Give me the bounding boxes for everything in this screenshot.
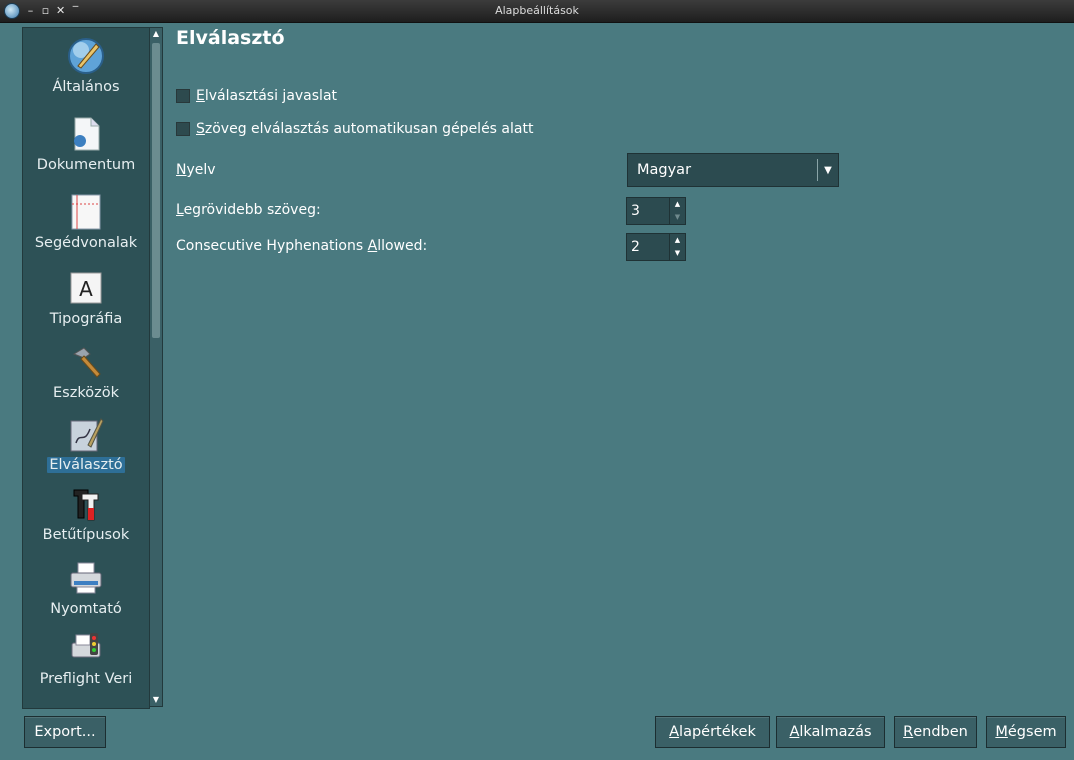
sidebar-item-preflight[interactable]: Preflight Veri — [23, 628, 149, 687]
hyphenator-icon — [66, 414, 106, 454]
title-bar: – ▫ ✕ ‾ Alapbeállítások — [0, 0, 1074, 23]
sidebar-item-betutipusok[interactable]: Betűtípusok — [23, 484, 149, 543]
sidebar-item-eszkozok[interactable]: Eszközök — [23, 342, 149, 401]
document-icon — [66, 114, 106, 154]
shortest-word-spinbox[interactable]: 3 ▲ ▼ — [626, 197, 688, 225]
ok-button[interactable]: Rendben — [894, 716, 977, 748]
typography-icon: A — [66, 268, 106, 308]
tools-hammer-icon — [66, 342, 106, 382]
consecutive-hyphenations-value[interactable]: 2 — [626, 233, 670, 261]
sidebar-item-label: Eszközök — [53, 385, 119, 401]
sidebar-item-altalanos[interactable]: Általános — [23, 36, 149, 95]
checkbox-box[interactable] — [176, 89, 190, 103]
sidebar-item-label: Dokumentum — [36, 157, 136, 173]
cancel-button[interactable]: Mégsem — [986, 716, 1066, 748]
spin-down-icon[interactable]: ▼ — [670, 211, 685, 224]
sidebar-item-label: Általános — [52, 79, 120, 95]
scroll-down-icon[interactable]: ▼ — [150, 694, 162, 706]
shortest-word-value[interactable]: 3 — [626, 197, 670, 225]
sidebar-item-label: Elválasztó — [47, 457, 125, 473]
sidebar-item-label: Betűtípusok — [42, 527, 130, 543]
printer-icon — [66, 558, 106, 598]
spin-buttons: ▲ ▼ — [670, 233, 686, 261]
defaults-button[interactable]: Alapértékek — [655, 716, 770, 748]
sidebar-scrollbar[interactable]: ▲ ▼ — [149, 27, 163, 707]
checkbox-box[interactable] — [176, 122, 190, 136]
checkbox-label: Elválasztási javaslat — [196, 88, 338, 104]
preflight-icon — [66, 628, 106, 668]
checkbox-label: Szöveg elválasztás automatikusan gépelés… — [196, 121, 534, 137]
scroll-up-icon[interactable]: ▲ — [150, 28, 162, 40]
sidebar-item-nyomtato[interactable]: Nyomtató — [23, 558, 149, 617]
page-title: Elválasztó — [176, 27, 285, 49]
general-settings-icon — [66, 36, 106, 76]
fonts-icon — [66, 484, 106, 524]
category-list[interactable]: Általános Dokumentum Segédvonalak A Tipo… — [22, 27, 150, 709]
shortest-word-label: Legrövidebb szöveg: — [176, 202, 321, 218]
guides-icon — [66, 192, 106, 232]
sidebar-item-segedvonalak[interactable]: Segédvonalak — [23, 192, 149, 251]
sidebar-item-label: Tipográfia — [49, 311, 123, 327]
auto-hyphenation-checkbox[interactable]: Szöveg elválasztás automatikusan gépelés… — [176, 121, 533, 137]
sidebar-item-dokumentum[interactable]: Dokumentum — [23, 114, 149, 173]
sidebar-item-label: Segédvonalak — [34, 235, 138, 251]
spin-buttons: ▲ ▼ — [670, 197, 686, 225]
spin-down-icon[interactable]: ▼ — [670, 247, 685, 260]
language-select[interactable]: Magyar ▼ — [627, 153, 839, 187]
language-label: Nyelv — [176, 162, 216, 178]
chevron-down-icon[interactable]: ▼ — [818, 165, 838, 176]
hyphenation-suggestions-checkbox[interactable]: Elválasztási javaslat — [176, 88, 337, 104]
consecutive-hyphenations-label: Consecutive Hyphenations Allowed: — [176, 238, 428, 254]
spin-up-icon[interactable]: ▲ — [670, 198, 685, 211]
scrollbar-thumb[interactable] — [152, 43, 160, 338]
sidebar-item-label: Preflight Veri — [39, 671, 133, 687]
spin-up-icon[interactable]: ▲ — [670, 234, 685, 247]
apply-button[interactable]: Alkalmazás — [776, 716, 885, 748]
sidebar-item-label: Nyomtató — [50, 601, 122, 617]
svg-text:A: A — [79, 277, 93, 301]
window-title: Alapbeállítások — [495, 4, 579, 17]
export-button[interactable]: Export... — [24, 716, 106, 748]
sidebar-item-tipografia[interactable]: A Tipográfia — [23, 268, 149, 327]
consecutive-hyphenations-spinbox[interactable]: 2 ▲ ▼ — [626, 233, 688, 261]
language-select-value: Magyar — [637, 162, 692, 178]
sidebar-item-elvalaszto[interactable]: Elválasztó — [23, 414, 149, 473]
